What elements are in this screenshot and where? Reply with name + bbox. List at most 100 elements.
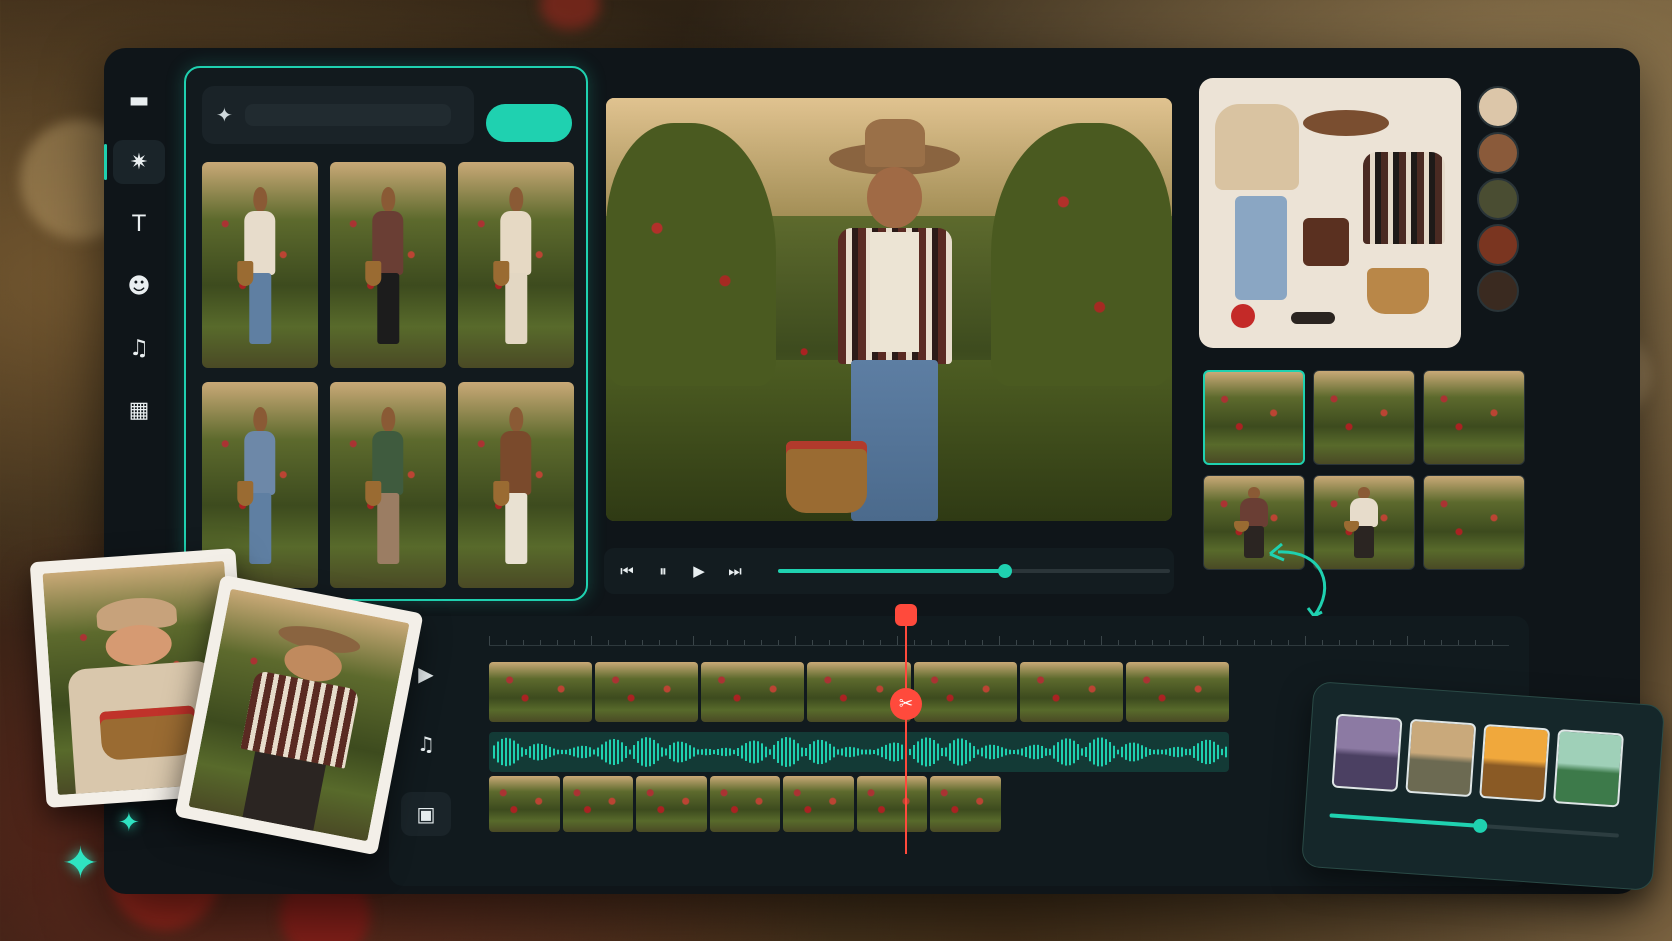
progress-knob[interactable] bbox=[998, 564, 1013, 578]
ruler-tick bbox=[659, 640, 660, 645]
play-icon[interactable]: ▶ bbox=[688, 562, 710, 580]
scene-thumbnail[interactable] bbox=[1423, 370, 1525, 465]
waveform-bar bbox=[857, 748, 859, 756]
scissors-icon[interactable]: ✂ bbox=[890, 688, 922, 720]
waveform-bar bbox=[749, 741, 751, 763]
prompt-input[interactable] bbox=[244, 104, 451, 126]
skip-back-icon[interactable]: ⏮ bbox=[616, 562, 638, 580]
color-swatch[interactable] bbox=[1477, 132, 1519, 174]
overlay-track[interactable] bbox=[489, 776, 1002, 832]
waveform-bar bbox=[1109, 742, 1111, 762]
generate-button[interactable] bbox=[486, 104, 572, 142]
scene-thumbnail[interactable] bbox=[1423, 475, 1525, 570]
filter-preset-verdant[interactable] bbox=[1552, 729, 1624, 808]
generated-image[interactable] bbox=[330, 162, 446, 368]
waveform-bar bbox=[525, 749, 527, 755]
clip-thumbnail[interactable] bbox=[1019, 662, 1123, 722]
ruler-tick bbox=[1475, 640, 1476, 645]
sidebar-item-ai-generate[interactable]: ✷ bbox=[104, 140, 165, 184]
color-swatch[interactable] bbox=[1477, 224, 1519, 266]
generated-image[interactable] bbox=[330, 382, 446, 588]
waveform-bar bbox=[1097, 737, 1099, 767]
scene-thumbnail[interactable] bbox=[1203, 370, 1305, 465]
model-figure bbox=[237, 406, 279, 568]
swap-arrow-icon bbox=[1269, 542, 1327, 618]
filter-preset-haze[interactable] bbox=[1405, 718, 1477, 798]
playback-progress[interactable] bbox=[778, 564, 1170, 578]
clip-thumbnail[interactable] bbox=[489, 776, 560, 832]
clip-thumbnail[interactable] bbox=[856, 776, 928, 832]
audio-waveform bbox=[493, 737, 1227, 767]
waveform-bar bbox=[505, 737, 507, 767]
waveform-bar bbox=[909, 748, 911, 756]
clip-thumbnail[interactable] bbox=[595, 662, 699, 722]
clip-thumbnail[interactable] bbox=[489, 662, 593, 722]
apple-basket bbox=[786, 440, 868, 513]
waveform-bar bbox=[901, 744, 903, 760]
audio-track[interactable] bbox=[489, 732, 1229, 772]
apple bbox=[1231, 304, 1255, 328]
waveform-bar bbox=[1013, 749, 1015, 755]
ruler-tick bbox=[1424, 640, 1425, 645]
filter-preset-dusk[interactable] bbox=[1331, 713, 1403, 793]
color-swatch[interactable] bbox=[1477, 270, 1519, 312]
generated-image[interactable] bbox=[202, 162, 318, 368]
clip-thumbnail[interactable] bbox=[783, 776, 854, 832]
sidebar-item-media[interactable]: ▬ bbox=[113, 78, 165, 122]
sidebar-item-templates[interactable]: ▦ bbox=[113, 388, 165, 432]
waveform-bar bbox=[981, 747, 983, 757]
clip-thumbnail[interactable] bbox=[636, 776, 707, 832]
timeline-ruler[interactable] bbox=[489, 632, 1509, 646]
playhead-handle[interactable] bbox=[895, 604, 917, 626]
waveform-bar bbox=[641, 738, 643, 766]
waveform-bar bbox=[521, 747, 523, 757]
waveform-bar bbox=[1049, 748, 1051, 756]
jeans bbox=[1235, 196, 1287, 300]
clip-thumbnail[interactable] bbox=[701, 662, 805, 722]
ruler-tick bbox=[1407, 636, 1408, 645]
sidebar-item-people[interactable]: ☻ bbox=[113, 264, 165, 308]
people-icon: ☻ bbox=[127, 273, 151, 299]
waveform-bar bbox=[957, 738, 959, 766]
clip-thumbnail[interactable] bbox=[562, 776, 634, 832]
waveform-bar bbox=[1165, 749, 1167, 755]
scene-thumbnail[interactable] bbox=[1313, 370, 1415, 465]
ruler-tick bbox=[591, 636, 592, 645]
ruler-tick bbox=[1067, 640, 1068, 645]
clip-thumbnail[interactable] bbox=[930, 776, 1002, 832]
slider-knob[interactable] bbox=[1472, 818, 1488, 834]
waveform-bar bbox=[1057, 742, 1059, 762]
video-preview[interactable] bbox=[606, 98, 1172, 521]
outfit-moodboard[interactable] bbox=[1199, 78, 1461, 348]
filter-preset-golden[interactable] bbox=[1479, 723, 1551, 803]
generated-image[interactable] bbox=[458, 162, 574, 368]
generated-image[interactable] bbox=[458, 382, 574, 588]
waveform-bar bbox=[1053, 745, 1055, 759]
clip-thumbnail[interactable] bbox=[913, 662, 1017, 722]
filter-intensity-slider[interactable] bbox=[1329, 813, 1620, 838]
caption-icon[interactable]: ▣ bbox=[401, 792, 451, 836]
waveform-bar bbox=[801, 747, 803, 757]
waveform-bar bbox=[1009, 749, 1011, 755]
waveform-bar bbox=[1161, 749, 1163, 755]
clip-thumbnail[interactable] bbox=[1125, 662, 1229, 722]
waveform-bar bbox=[709, 749, 711, 755]
skip-forward-icon[interactable]: ⏭ bbox=[724, 562, 746, 580]
sidebar-item-music[interactable]: ♫ bbox=[113, 326, 165, 370]
model-figure bbox=[237, 186, 279, 348]
waveform-bar bbox=[1137, 743, 1139, 761]
waveform-bar bbox=[529, 746, 531, 758]
music-note-icon[interactable]: ♫ bbox=[401, 722, 451, 766]
clip-thumbnail[interactable] bbox=[709, 776, 781, 832]
color-swatch[interactable] bbox=[1477, 86, 1519, 128]
color-swatch[interactable] bbox=[1477, 178, 1519, 220]
waveform-bar bbox=[1065, 738, 1067, 766]
playhead[interactable]: ✂ bbox=[890, 604, 922, 854]
sunglasses bbox=[1291, 312, 1335, 324]
ruler-tick bbox=[1288, 640, 1289, 645]
waveform-bar bbox=[1153, 749, 1155, 755]
pause-icon[interactable]: ⏸ bbox=[652, 562, 674, 580]
video-track[interactable] bbox=[489, 662, 1229, 722]
sidebar-item-text[interactable]: T bbox=[113, 202, 165, 246]
waveform-bar bbox=[921, 738, 923, 766]
